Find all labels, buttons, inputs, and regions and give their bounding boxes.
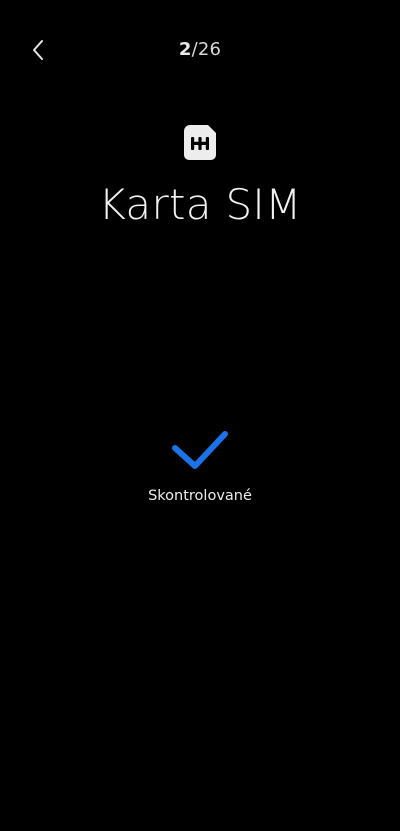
page-total: /26 [191,39,222,60]
sim-card-icon [184,125,216,160]
checkmark-icon [172,431,228,469]
page-current: 2 [178,39,192,60]
status-label: Skontrolované [148,488,252,504]
page-counter: 2/26 [0,39,400,60]
page-title: Karta SIM [98,180,302,229]
